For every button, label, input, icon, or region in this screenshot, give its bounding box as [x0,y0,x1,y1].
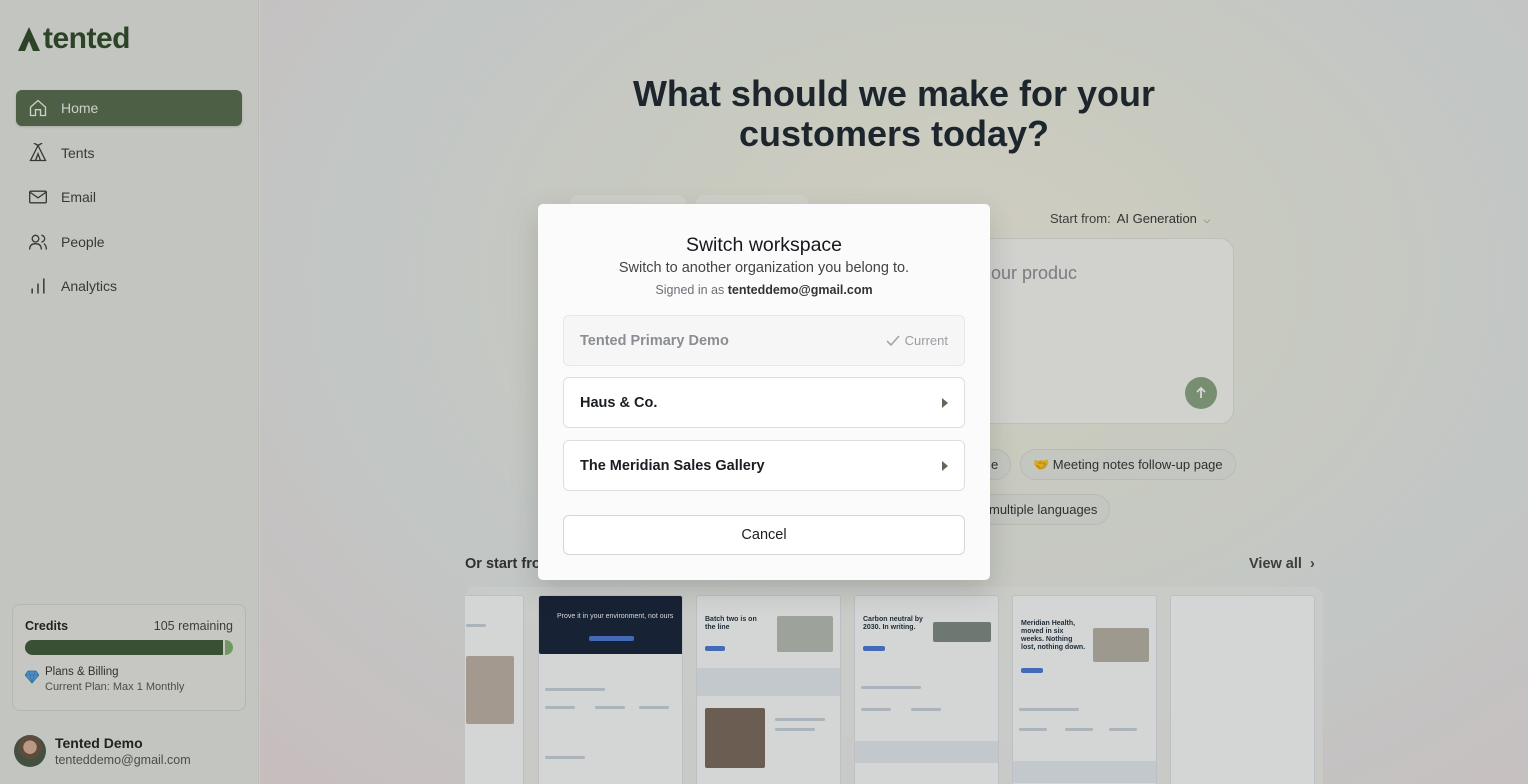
signed-in-email: tenteddemo@gmail.com [727,283,873,297]
chevron-right-icon [942,460,948,471]
dialog-title: Switch workspace [685,234,843,256]
chevron-right-icon [942,397,948,408]
workspace-name: Tented Primary Demo [580,332,729,349]
cancel-button[interactable]: Cancel [563,515,965,555]
current-label: Current [904,333,948,348]
workspace-name: The Meridian Sales Gallery [580,457,765,474]
dialog-subtitle: Switch to another organization you belon… [618,260,910,276]
workspace-name: Haus & Co. [580,394,658,411]
workspace-option-current: Tented Primary Demo Current [563,315,965,366]
switch-workspace-dialog: Switch workspace Switch to another organ… [538,204,990,580]
workspace-option-meridian[interactable]: The Meridian Sales Gallery [563,440,965,491]
workspace-option-haus[interactable]: Haus & Co. [563,377,965,428]
current-badge: Current [886,333,948,348]
check-icon [886,334,900,346]
signed-in-info: Signed in as tenteddemo@gmail.com [538,283,990,297]
signed-in-prefix: Signed in as [655,283,725,297]
